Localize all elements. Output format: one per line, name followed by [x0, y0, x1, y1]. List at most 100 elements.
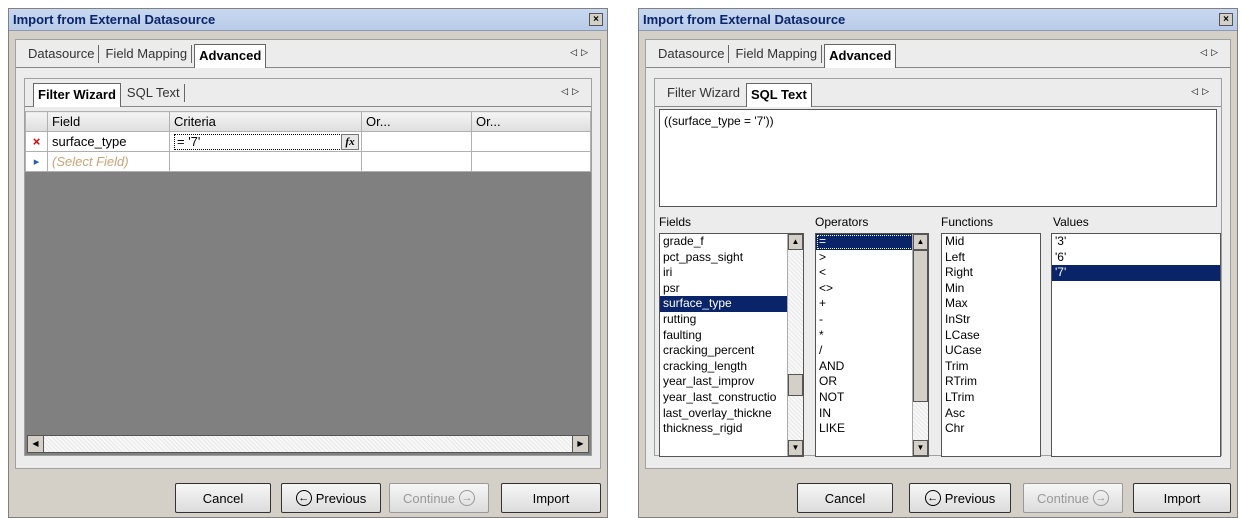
- delete-row-icon[interactable]: ×: [25, 131, 48, 152]
- tab-advanced[interactable]: Advanced: [824, 43, 897, 68]
- tab-advanced[interactable]: Advanced: [194, 43, 267, 68]
- column-header-criteria[interactable]: Criteria: [169, 111, 362, 132]
- scroll-thumb[interactable]: [913, 250, 928, 402]
- horizontal-scrollbar[interactable]: ◀ ▶: [27, 435, 589, 453]
- list-item[interactable]: surface_type: [660, 296, 803, 312]
- subtab-prev-icon[interactable]: ◁: [561, 86, 572, 96]
- tab-datasource[interactable]: Datasource: [24, 44, 100, 63]
- list-item[interactable]: Trim: [942, 359, 1040, 375]
- list-item[interactable]: InStr: [942, 312, 1040, 328]
- tab-next-icon[interactable]: ▷: [1211, 47, 1222, 57]
- fields-label: Fields: [659, 215, 692, 229]
- subtab-scroll-arrows[interactable]: ◁▷: [561, 86, 583, 97]
- subtab-prev-icon[interactable]: ◁: [1191, 86, 1202, 96]
- close-icon[interactable]: ×: [1219, 13, 1233, 26]
- scroll-left-icon[interactable]: ◀: [28, 436, 44, 452]
- subtab-sql-text[interactable]: SQL Text: [123, 83, 185, 102]
- import-button[interactable]: Import: [501, 483, 601, 513]
- list-item[interactable]: '6': [1052, 250, 1220, 266]
- list-item[interactable]: year_last_improv: [660, 374, 803, 390]
- subtab-sql-text[interactable]: SQL Text: [745, 82, 812, 107]
- table-row[interactable]: × surface_type = '7' fx: [25, 131, 591, 152]
- column-header-or-2[interactable]: Or...: [471, 111, 591, 132]
- tab-prev-icon[interactable]: ◁: [1200, 47, 1211, 57]
- list-item[interactable]: pct_pass_sight: [660, 250, 803, 266]
- list-item[interactable]: grade_f: [660, 234, 803, 250]
- list-item[interactable]: Right: [942, 265, 1040, 281]
- cancel-button[interactable]: Cancel: [175, 483, 271, 513]
- list-item[interactable]: last_overlay_thickne: [660, 406, 803, 422]
- list-item[interactable]: Asc: [942, 406, 1040, 422]
- functions-listbox[interactable]: Mid Left Right Min Max InStr LCase UCase Trim RTr…: [941, 233, 1041, 457]
- dialog-title-bar[interactable]: Import from External Datasource ×: [9, 9, 607, 31]
- tab-datasource[interactable]: Datasource: [654, 44, 730, 63]
- list-item[interactable]: Max: [942, 296, 1040, 312]
- list-item[interactable]: Chr: [942, 421, 1040, 437]
- list-item[interactable]: Mid: [942, 234, 1040, 250]
- list-item[interactable]: year_last_constructio: [660, 390, 803, 406]
- criteria-cell[interactable]: = '7' fx: [169, 131, 362, 152]
- list-item[interactable]: rutting: [660, 312, 803, 328]
- fields-listbox[interactable]: grade_f pct_pass_sight iri psr surface_type r…: [659, 233, 804, 457]
- subtab-next-icon[interactable]: ▷: [1202, 86, 1213, 96]
- subtab-next-icon[interactable]: ▷: [572, 86, 583, 96]
- close-icon[interactable]: ×: [589, 13, 603, 26]
- list-item[interactable]: LTrim: [942, 390, 1040, 406]
- tab-scroll-arrows[interactable]: ◁▷: [1200, 47, 1222, 58]
- list-item[interactable]: '7': [1052, 265, 1220, 281]
- list-item[interactable]: Left: [942, 250, 1040, 266]
- select-field-cell[interactable]: (Select Field): [47, 151, 170, 172]
- list-item[interactable]: thickness_rigid: [660, 421, 803, 437]
- operators-scrollbar[interactable]: ▲ ▼: [912, 234, 928, 456]
- scroll-up-icon[interactable]: ▲: [788, 234, 803, 250]
- functions-label: Functions: [941, 215, 994, 229]
- fields-scrollbar[interactable]: ▲ ▼: [787, 234, 803, 456]
- list-item[interactable]: cracking_percent: [660, 343, 803, 359]
- criteria-cell[interactable]: [169, 151, 362, 172]
- function-builder-icon[interactable]: fx: [341, 134, 359, 150]
- scroll-down-icon[interactable]: ▼: [788, 440, 803, 456]
- or-cell[interactable]: [361, 131, 472, 152]
- tab-field-mapping[interactable]: Field Mapping: [101, 44, 193, 63]
- list-item[interactable]: iri: [660, 265, 803, 281]
- tab-field-mapping[interactable]: Field Mapping: [731, 44, 823, 63]
- list-item[interactable]: UCase: [942, 343, 1040, 359]
- tab-next-icon[interactable]: ▷: [581, 47, 592, 57]
- subtab-scroll-arrows[interactable]: ◁▷: [1191, 86, 1213, 97]
- operators-listbox[interactable]: = > < <> + - * / AND OR NOT IN LIKE ▲ ▼: [815, 233, 929, 457]
- scroll-down-icon[interactable]: ▼: [913, 440, 928, 456]
- dialog-title-bar[interactable]: Import from External Datasource ×: [639, 9, 1237, 31]
- column-header-field[interactable]: Field: [47, 111, 170, 132]
- criteria-input[interactable]: = '7': [174, 133, 342, 150]
- subtab-filter-wizard[interactable]: Filter Wizard: [663, 84, 744, 102]
- or-cell[interactable]: [361, 151, 472, 172]
- previous-button-label: Previous: [315, 490, 367, 506]
- values-listbox[interactable]: '3' '6' '7': [1051, 233, 1221, 457]
- tab-scroll-arrows[interactable]: ◁▷: [570, 47, 592, 58]
- sql-text-editor[interactable]: ((surface_type = '7')): [659, 109, 1217, 207]
- tab-prev-icon[interactable]: ◁: [570, 47, 581, 57]
- import-dialog-filter-wizard: Import from External Datasource × Dataso…: [8, 8, 608, 518]
- previous-button[interactable]: ← Previous: [281, 483, 381, 513]
- list-item[interactable]: RTrim: [942, 374, 1040, 390]
- list-item[interactable]: cracking_length: [660, 359, 803, 375]
- continue-button[interactable]: Continue →: [1023, 483, 1123, 513]
- list-item[interactable]: psr: [660, 281, 803, 297]
- or-cell[interactable]: [471, 131, 591, 152]
- cancel-button[interactable]: Cancel: [797, 483, 893, 513]
- list-item[interactable]: LCase: [942, 328, 1040, 344]
- table-row[interactable]: ▸ (Select Field): [25, 151, 591, 172]
- scroll-thumb[interactable]: [788, 374, 803, 396]
- column-header-or-1[interactable]: Or...: [361, 111, 472, 132]
- subtab-filter-wizard[interactable]: Filter Wizard: [33, 82, 121, 107]
- continue-button[interactable]: Continue →: [389, 483, 489, 513]
- list-item[interactable]: Min: [942, 281, 1040, 297]
- scroll-right-icon[interactable]: ▶: [572, 436, 588, 452]
- list-item[interactable]: faulting: [660, 328, 803, 344]
- previous-button[interactable]: ← Previous: [909, 483, 1011, 513]
- or-cell[interactable]: [471, 151, 591, 172]
- field-cell[interactable]: surface_type: [47, 131, 170, 152]
- list-item[interactable]: '3': [1052, 234, 1220, 250]
- import-button[interactable]: Import: [1133, 483, 1231, 513]
- scroll-up-icon[interactable]: ▲: [913, 234, 928, 250]
